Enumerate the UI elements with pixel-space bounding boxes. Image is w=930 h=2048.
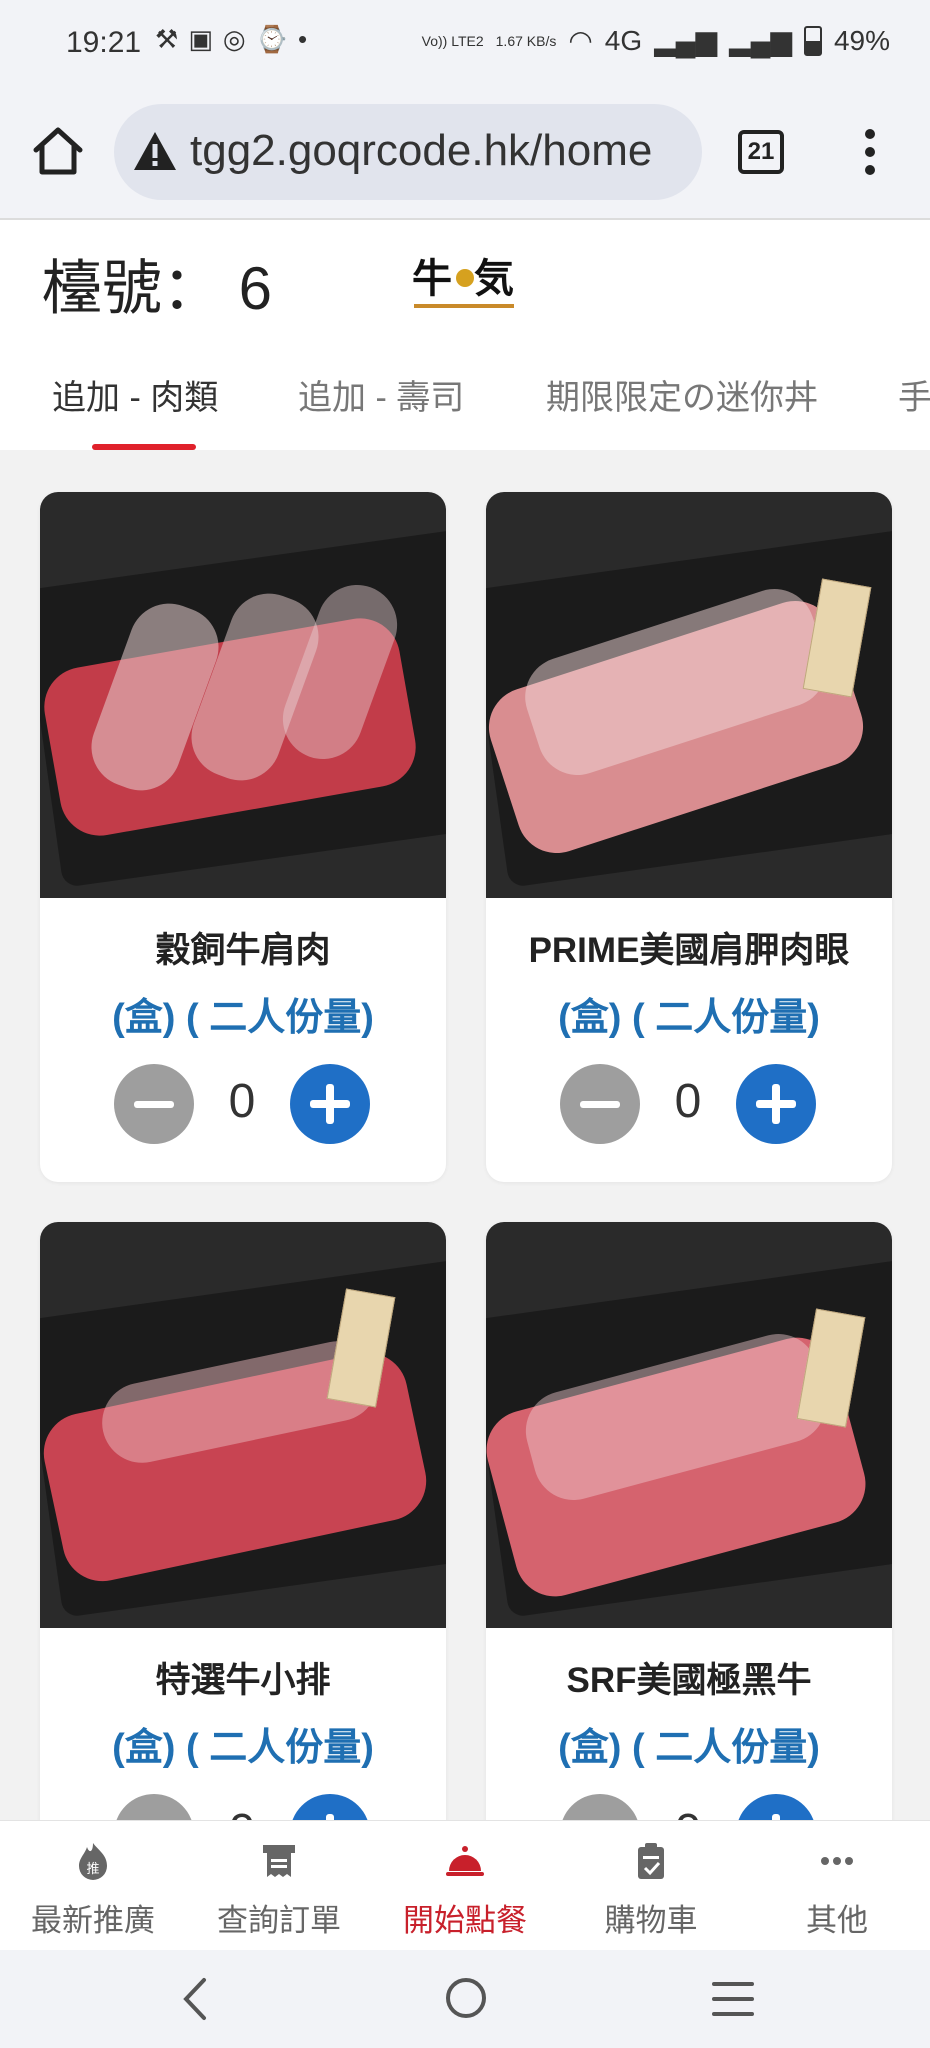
signal-icon: ▂▄▆ [654,25,718,56]
dot-icon: • [297,24,318,54]
product-card: SRF美國極黑牛 (盒) ( 二人份量) 0 [486,1222,892,1820]
active-tab-indicator [92,444,196,450]
quantity-stepper: 0 [560,1064,820,1144]
notification-icons: ⚒▣◎⌚• [155,24,317,55]
system-navigation-bar [0,1950,930,2048]
nav-promotions[interactable]: 推 最新推廣 [0,1821,186,1951]
nav-label: 開始點餐 [403,1903,527,1938]
product-subtitle: (盒) ( 二人份量) [558,1727,820,1769]
nav-start-ordering[interactable]: 開始點餐 [372,1821,558,1951]
browser-toolbar: tgg2.goqrcode.hk/home 21 [0,90,930,220]
tab-meat[interactable]: 追加 - 肉類 [52,370,218,419]
product-image[interactable] [40,492,446,898]
menu-header: 檯號： 6 牛 気 追加 - 肉類 追加 - 壽司 期限限定の迷你丼 手 [0,220,930,450]
product-card: 特選牛小排 (盒) ( 二人份量) 0 [40,1222,446,1820]
clipboard-check-icon [638,1843,664,1879]
product-name: PRIME美國肩胛肉眼 [528,931,850,970]
wifi-icon: ◠ [568,25,593,56]
quantity-value: 0 [640,1804,736,1820]
table-number-label: 檯號： 6 [42,240,272,327]
home-circle-icon[interactable] [444,1976,488,2020]
cloche-icon [446,1846,484,1876]
svg-text:気: 気 [474,256,514,302]
increase-button[interactable] [290,1794,370,1820]
battery-icon [803,25,822,56]
instagram-icon: ◎ [222,24,256,54]
battery-level: 49% [833,24,890,56]
recent-apps-icon[interactable] [710,1980,756,2018]
quantity-value: 0 [228,1075,256,1128]
tab-hand[interactable]: 手 [898,370,930,419]
page-content: 檯號： 6 牛 気 追加 - 肉類 追加 - 壽司 期限限定の迷你丼 手 穀飼牛… [0,220,930,1820]
product-subtitle: (盒) ( 二人份量) [112,997,374,1039]
tab-sushi[interactable]: 追加 - 壽司 [298,370,464,419]
quantity-value: 0 [194,1804,290,1820]
network-signal: 4G [604,24,643,56]
product-image[interactable] [486,492,892,898]
quantity-stepper: 0 [114,1794,374,1820]
product-image[interactable] [40,1222,446,1628]
status-time: 19:21 [66,26,142,59]
network-speed: 1.67 KB/s [495,32,557,49]
address-bar[interactable]: tgg2.goqrcode.hk/home [114,104,702,200]
url-text[interactable]: tgg2.goqrcode.hk/home [190,126,652,176]
nav-orders[interactable]: 查詢訂單 [186,1821,372,1951]
svg-text:牛: 牛 [412,256,452,302]
bottom-navigation: 推 最新推廣 查詢訂單 開始點餐 購物車 其他 [0,1820,930,1951]
more-vert-icon[interactable] [862,128,878,176]
watch-icon: ⌚ [255,24,298,54]
more-icon [821,1857,853,1865]
signal-icon-2: ▂▄▆ [729,25,792,56]
quantity-stepper: 0 [114,1064,374,1144]
back-icon[interactable] [176,1976,216,2022]
product-card: PRIME美國肩胛肉眼 (盒) ( 二人份量) 0 [486,492,892,1182]
decrease-button[interactable] [114,1794,194,1820]
table-number: 6 [238,255,273,322]
increase-button[interactable] [290,1064,370,1144]
tab-switcher-button[interactable]: 21 [738,130,784,174]
product-subtitle: (盒) ( 二人份量) [112,1727,374,1769]
restaurant-logo: 牛 気 [412,256,514,308]
nav-cart[interactable]: 購物車 [558,1821,744,1951]
nav-more[interactable]: 其他 [744,1821,930,1951]
decrease-button[interactable] [114,1064,194,1144]
svg-text:推: 推 [86,1862,99,1877]
nav-label: 最新推廣 [31,1903,155,1938]
nav-label: 購物車 [604,1903,698,1938]
increase-button[interactable] [736,1794,816,1820]
status-bar: 19:21 ⚒▣◎⌚• Vo)) LTE2 1.67 KB/s ◠ 4G ▂▄▆… [0,0,930,90]
image-icon: ▣ [188,24,223,54]
table-label-text: 檯號： [42,255,222,322]
receipt-icon [263,1845,295,1877]
increase-button[interactable] [736,1064,816,1144]
warning-icon[interactable] [132,130,178,172]
quantity-stepper: 0 [560,1794,820,1820]
product-name: SRF美國極黑牛 [566,1661,812,1700]
quantity-value: 0 [674,1075,702,1128]
status-right: Vo)) LTE2 1.67 KB/s ◠ 4G ▂▄▆ ▂▄▆ 49% [422,24,890,57]
product-subtitle: (盒) ( 二人份量) [558,997,820,1039]
flame-promo-icon: 推 [79,1843,107,1880]
home-icon[interactable] [30,122,86,178]
product-image[interactable] [486,1222,892,1628]
product-name: 穀飼牛肩肉 [155,931,331,970]
decrease-button[interactable] [560,1794,640,1820]
tools-icon: ⚒ [155,24,189,54]
nav-label: 查詢訂單 [217,1903,341,1938]
nav-label: 其他 [806,1903,868,1938]
product-name: 特選牛小排 [155,1661,331,1700]
tab-limited-mini-don[interactable]: 期限限定の迷你丼 [546,370,818,419]
decrease-button[interactable] [560,1064,640,1144]
network-type: Vo)) LTE2 [421,32,484,49]
product-card: 穀飼牛肩肉 (盒) ( 二人份量) 0 [40,492,446,1182]
